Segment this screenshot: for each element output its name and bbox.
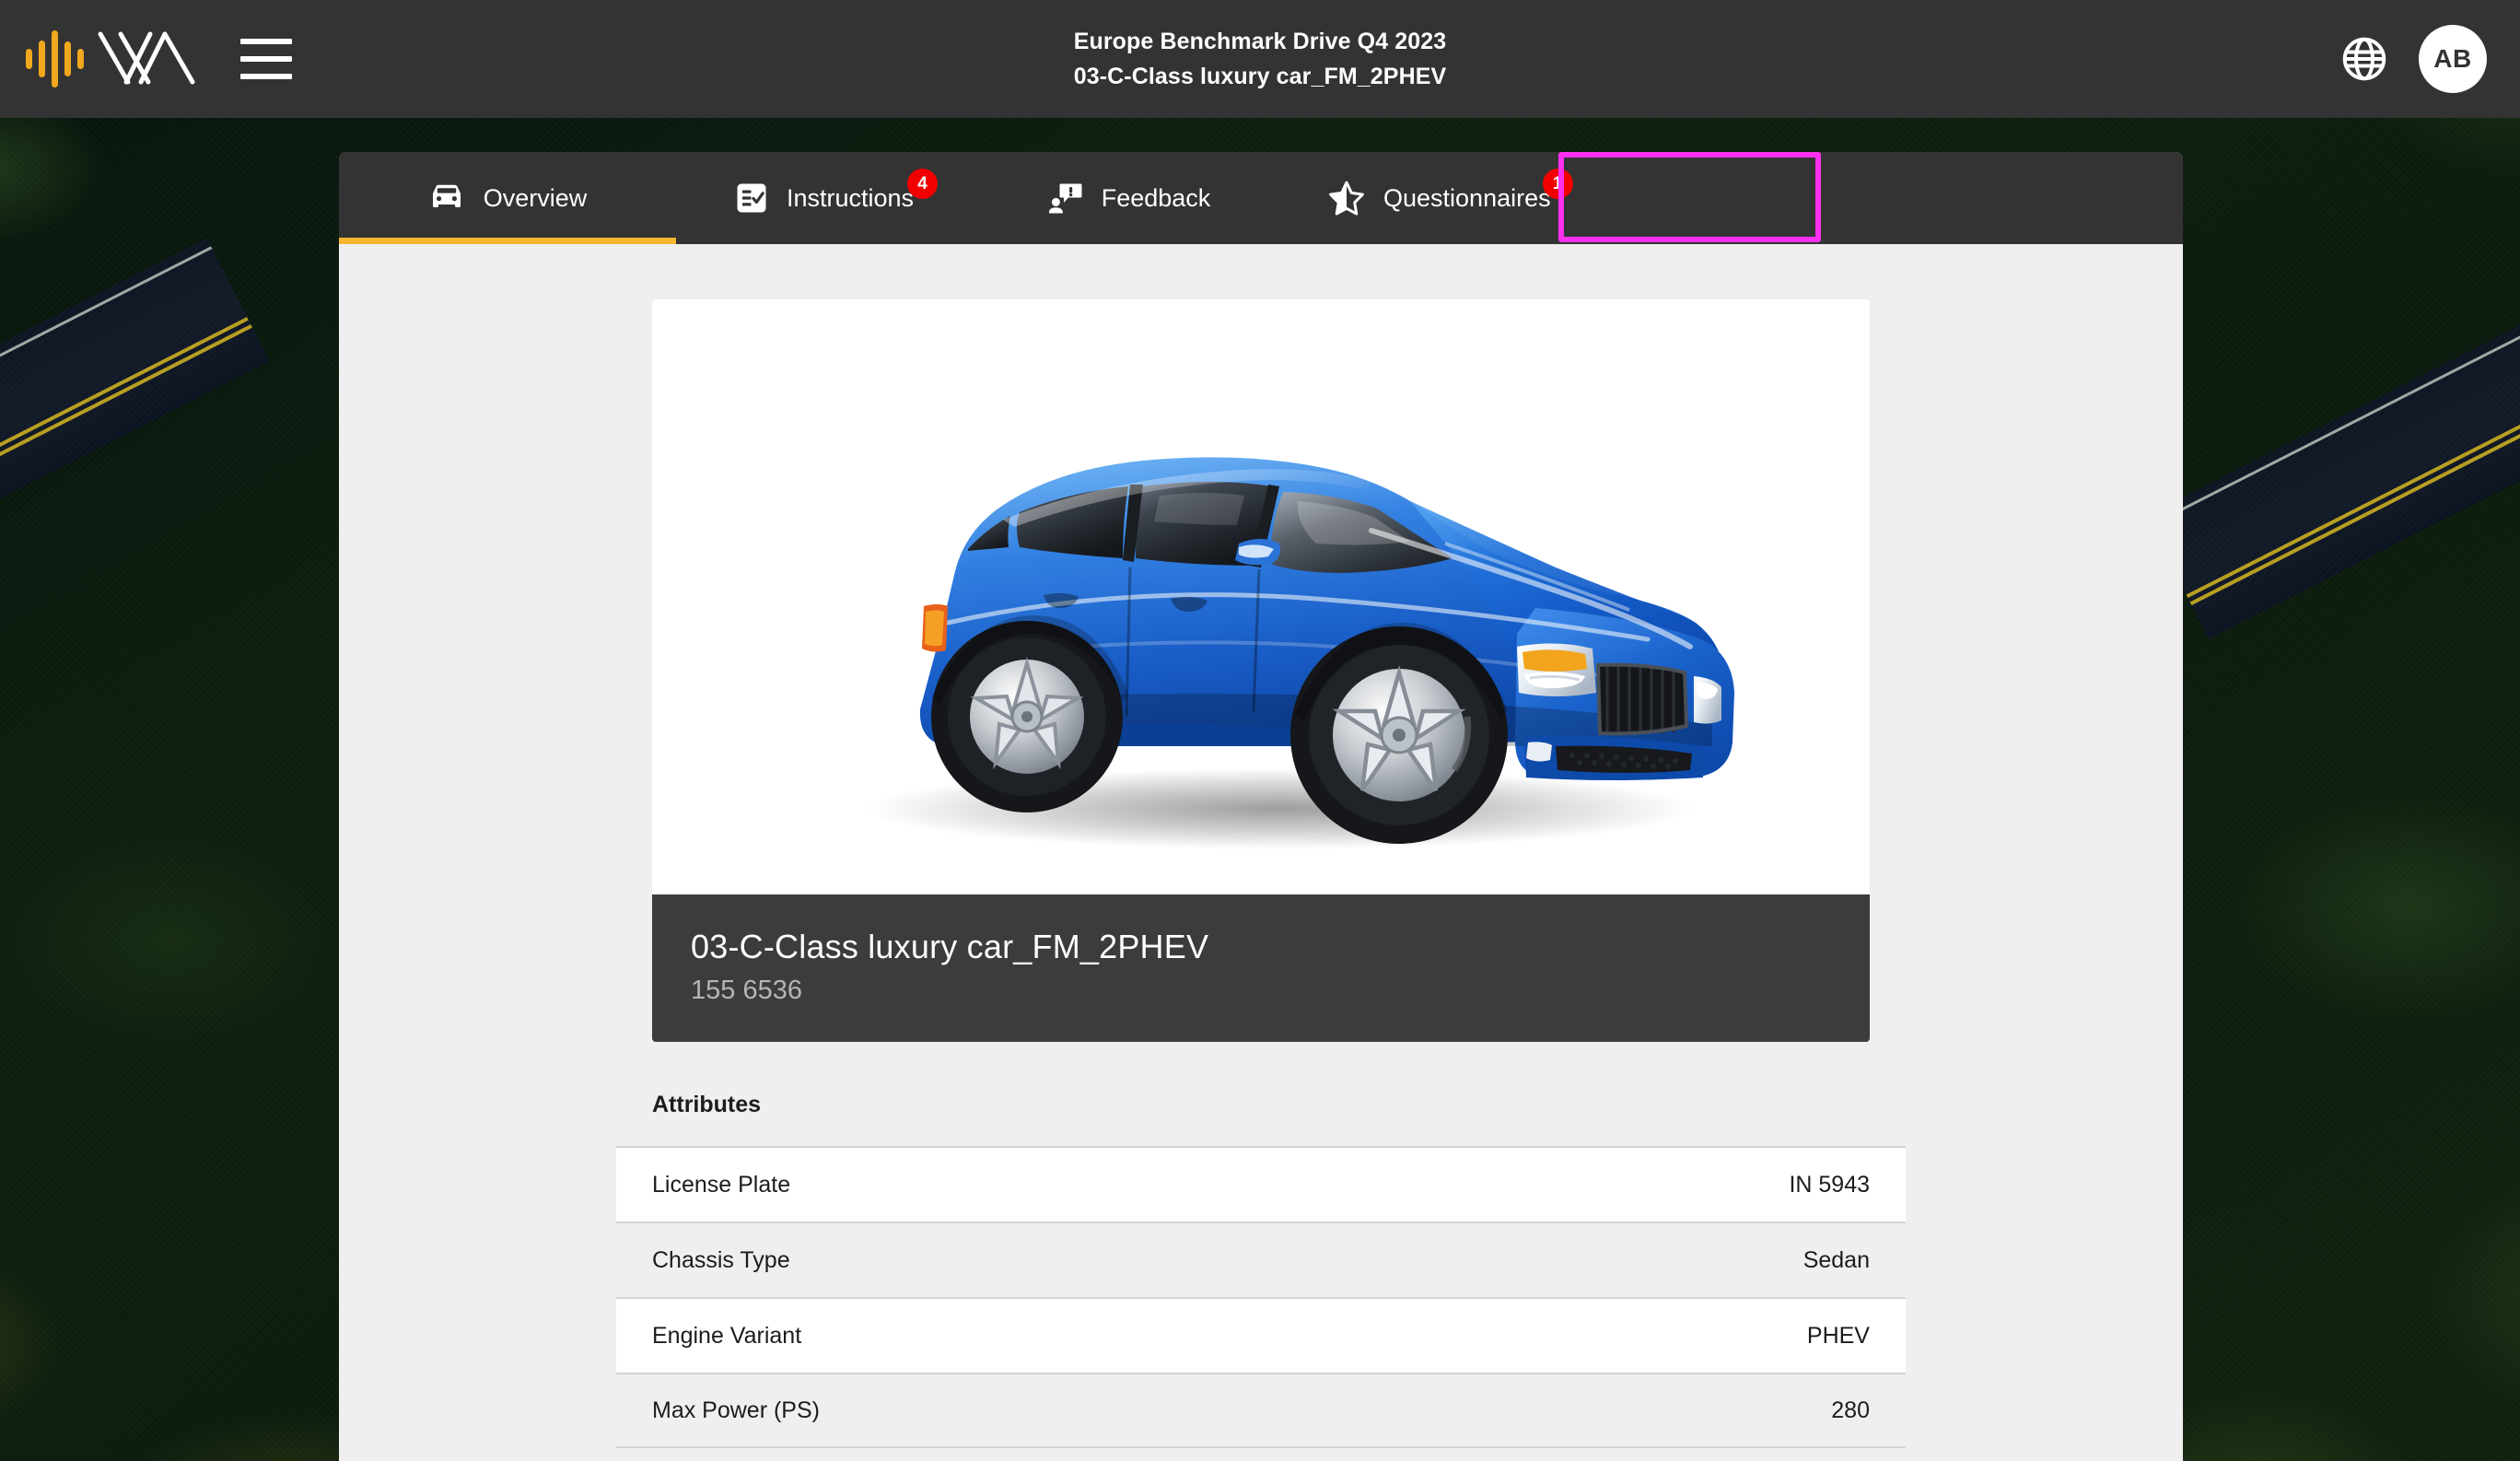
vehicle-title-card: 03-C-Class luxury car_FM_2PHEV 155 6536 xyxy=(652,894,1870,1042)
table-row: Engine Variant PHEV xyxy=(616,1297,1906,1373)
tab-badge-count: 4 xyxy=(907,169,938,199)
page-title-project: Europe Benchmark Drive Q4 2023 xyxy=(1073,29,1447,54)
attributes-heading: Attributes xyxy=(652,1092,762,1117)
vehicle-image-card xyxy=(652,299,1870,894)
tab-questionnaires[interactable]: Questionnaires 1 xyxy=(1286,152,1593,244)
overview-content: 03-C-Class luxury car_FM_2PHEV 155 6536 … xyxy=(339,244,2183,1461)
globe-icon[interactable] xyxy=(2341,36,2387,82)
app-header-bar: Europe Benchmark Drive Q4 2023 03-C-Clas… xyxy=(0,0,2520,118)
attribute-value: 280 xyxy=(1831,1397,1870,1423)
brand-logo[interactable] xyxy=(26,27,207,91)
tab-label: Feedback xyxy=(1101,183,1211,212)
attribute-label: Max Power (PS) xyxy=(652,1397,820,1423)
vehicle-name: 03-C-Class luxury car_FM_2PHEV xyxy=(691,928,1209,965)
attributes-section: Attributes License Plate IN 5943 Chassis… xyxy=(616,1042,1906,1448)
attribute-value: PHEV xyxy=(1806,1322,1870,1349)
car-front-icon xyxy=(428,182,465,214)
table-row: License Plate IN 5943 xyxy=(616,1146,1906,1221)
table-row: Max Power (PS) 280 xyxy=(616,1373,1906,1448)
blue-sedan-car-illustration xyxy=(865,457,1734,849)
attribute-label: Engine Variant xyxy=(652,1322,802,1349)
tab-label: Questionnaires xyxy=(1383,183,1551,212)
menu-line xyxy=(240,74,292,79)
menu-line xyxy=(240,56,292,62)
hamburger-menu-icon[interactable] xyxy=(240,39,292,79)
table-row: Chassis Type Sedan xyxy=(616,1221,1906,1297)
page-title: Europe Benchmark Drive Q4 2023 03-C-Clas… xyxy=(0,24,2520,94)
wv-monogram-icon xyxy=(98,31,195,85)
star-half-icon xyxy=(1328,181,1365,216)
waveform-icon xyxy=(26,29,84,88)
tab-feedback[interactable]: Feedback xyxy=(973,152,1286,244)
attribute-label: License Plate xyxy=(652,1171,791,1198)
avatar[interactable]: AB xyxy=(2419,25,2487,93)
tab-label: Overview xyxy=(483,183,588,212)
attribute-value: Sedan xyxy=(1802,1246,1870,1273)
menu-line xyxy=(240,39,292,44)
header-actions: AB xyxy=(2341,25,2487,93)
tab-label: Instructions xyxy=(786,183,915,212)
main-content-panel: Overview Instructions 4 Feedback Questio… xyxy=(339,152,2183,1461)
attribute-label: Chassis Type xyxy=(652,1246,790,1273)
checklist-icon xyxy=(735,181,768,215)
person-comment-icon xyxy=(1048,181,1083,215)
tab-badge-count: 1 xyxy=(1542,169,1573,199)
tab-bar: Overview Instructions 4 Feedback Questio… xyxy=(339,152,2183,244)
tab-overview[interactable]: Overview xyxy=(339,152,676,244)
attribute-value: IN 5943 xyxy=(1789,1171,1870,1198)
vehicle-id: 155 6536 xyxy=(691,976,802,1005)
page-title-vehicle: 03-C-Class luxury car_FM_2PHEV xyxy=(1073,64,1447,89)
tab-instructions[interactable]: Instructions 4 xyxy=(676,152,973,244)
vehicle-card: 03-C-Class luxury car_FM_2PHEV 155 6536 xyxy=(652,299,1870,1042)
